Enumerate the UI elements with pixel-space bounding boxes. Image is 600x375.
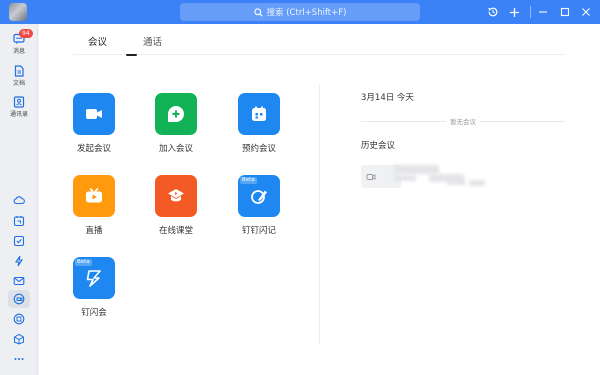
live-stream-button[interactable]: 直播 <box>64 175 124 236</box>
document-icon <box>14 65 24 77</box>
app-icon-tile <box>73 175 115 217</box>
sidebar-item-label: 文档 <box>12 80 25 87</box>
app-icon-tile: Beta <box>73 257 115 299</box>
beta-tag: Beta <box>75 259 92 266</box>
contacts-icon <box>13 96 25 108</box>
flash-note-icon <box>251 190 267 204</box>
tv-live-icon <box>86 187 102 203</box>
search-icon <box>253 7 263 17</box>
app-label: 加入会议 <box>158 144 193 154</box>
box-icon[interactable] <box>11 331 27 347</box>
join-meeting-button[interactable]: 加入会议 <box>146 93 206 154</box>
todo-icon[interactable] <box>11 233 27 249</box>
empty-state-text: 暂无会议 <box>446 116 480 126</box>
history-title: 历史会议 <box>361 141 396 151</box>
sidebar-item-messages[interactable]: 94 消息 <box>0 29 38 55</box>
close-icon[interactable] <box>578 4 594 20</box>
app-label: 直播 <box>85 226 103 236</box>
sidebar-item-label: 消息 <box>12 48 25 55</box>
blurred-meeting-title <box>394 175 416 181</box>
user-avatar[interactable] <box>9 3 27 21</box>
maximize-icon[interactable] <box>557 4 573 20</box>
app-label: 发起会议 <box>76 144 111 154</box>
cloud-drive-icon[interactable] <box>11 192 27 208</box>
titlebar-divider <box>530 6 531 18</box>
ding-icon[interactable] <box>11 253 27 269</box>
main-panel: 会议 通话 发起会议 加入会议 预约会议 直播 在线课堂 Beta 钉钉闪记 B… <box>39 24 600 375</box>
blurred-meeting-time <box>447 179 465 185</box>
app-icon-tile <box>238 93 280 135</box>
start-meeting-button[interactable]: 发起会议 <box>64 93 124 154</box>
blurred-meeting-title <box>394 165 439 174</box>
panel-divider <box>319 84 320 344</box>
app-label: 预约会议 <box>241 144 276 154</box>
meeting-icon[interactable] <box>11 291 27 307</box>
unread-badge: 94 <box>19 29 33 38</box>
tab-calls[interactable]: 通话 <box>143 34 162 48</box>
history-clock-icon[interactable] <box>485 4 501 20</box>
mail-icon[interactable] <box>11 273 27 289</box>
tab-meetings[interactable]: 会议 <box>88 34 107 48</box>
online-classroom-button[interactable]: 在线课堂 <box>146 175 206 236</box>
flash-meeting-button[interactable]: Beta 钉闪会 <box>64 257 124 318</box>
video-camera-icon <box>86 109 102 119</box>
app-icon-tile <box>155 93 197 135</box>
left-sidebar: 94 消息 文档 通讯录 <box>0 24 38 375</box>
note-icon[interactable] <box>11 311 27 327</box>
beta-tag: Beta <box>240 177 257 184</box>
flash-note-button[interactable]: Beta 钉钉闪记 <box>229 175 289 236</box>
sidebar-item-docs[interactable]: 文档 <box>0 65 38 87</box>
app-icon-tile <box>73 93 115 135</box>
video-camera-icon <box>366 173 376 180</box>
tab-bar: 会议 通话 <box>73 32 565 56</box>
schedule-date: 3月14日 今天 <box>361 93 414 103</box>
active-tab-underline <box>126 54 137 56</box>
calendar-schedule-icon <box>252 106 266 121</box>
join-plus-icon <box>168 106 184 122</box>
sidebar-item-contacts[interactable]: 通讯录 <box>0 96 38 118</box>
app-label: 钉闪会 <box>81 308 107 318</box>
minimize-icon[interactable] <box>535 4 551 20</box>
title-bar: 搜索 (Ctrl+Shift+F) <box>0 0 600 24</box>
classroom-cap-icon <box>168 189 184 202</box>
flash-meeting-icon <box>86 270 101 287</box>
app-icon-tile <box>155 175 197 217</box>
more-icon[interactable] <box>11 351 27 367</box>
sidebar-item-label: 通讯录 <box>9 111 28 118</box>
search-placeholder: 搜索 (Ctrl+Shift+F) <box>266 8 347 18</box>
blurred-meeting-time <box>469 180 485 186</box>
add-icon[interactable] <box>506 4 522 20</box>
app-icon-tile: Beta <box>238 175 280 217</box>
search-input[interactable]: 搜索 (Ctrl+Shift+F) <box>180 3 420 21</box>
schedule-meeting-button[interactable]: 预约会议 <box>229 93 289 154</box>
calendar-icon[interactable] <box>11 213 27 229</box>
app-label: 在线课堂 <box>158 226 193 236</box>
app-label: 钉钉闪记 <box>241 226 276 236</box>
